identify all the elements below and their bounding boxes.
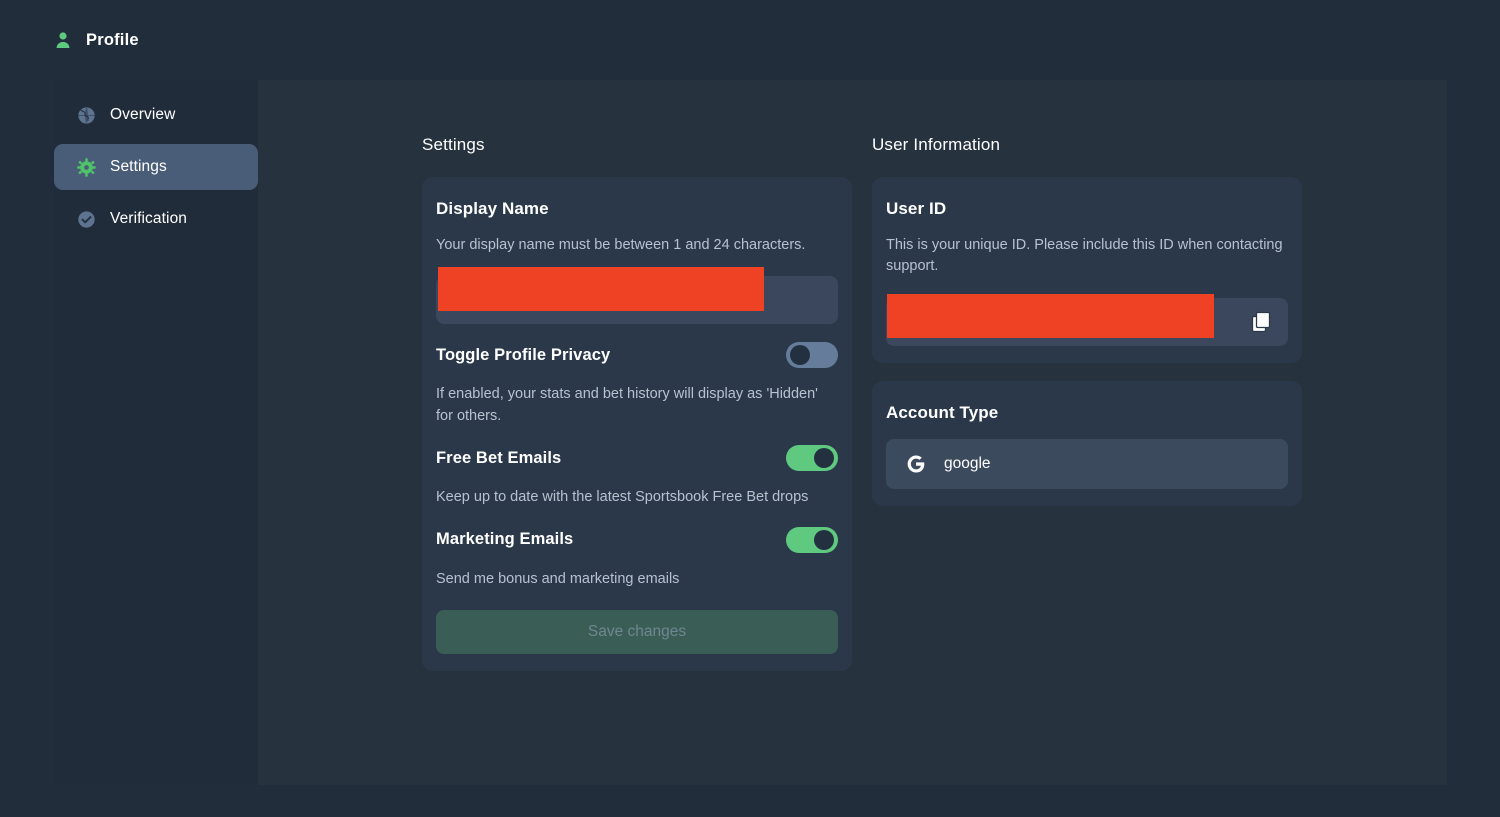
- profile-page: Profile Overview Settings Verification S…: [0, 0, 1500, 817]
- toggle-description: Keep up to date with the latest Sportsbo…: [436, 489, 809, 506]
- sidebar: Overview Settings Verification: [54, 80, 258, 785]
- display-name-description: Your display name must be between 1 and …: [436, 237, 806, 253]
- google-g-icon: [904, 452, 928, 476]
- user-information-section-title: User Information: [872, 135, 1001, 154]
- person-icon: [54, 30, 72, 50]
- account-type-row[interactable]: google: [886, 438, 1288, 489]
- gear-icon: [76, 157, 96, 177]
- sidebar-item-overview[interactable]: Overview: [54, 92, 258, 138]
- toggle-row-marketing-emails: Marketing Emails: [436, 526, 838, 553]
- redaction-overlay: [438, 267, 764, 312]
- user-id-title: User ID: [886, 199, 947, 218]
- display-name-card: Display Name Your display name must be b…: [422, 177, 852, 672]
- toggle-label: Marketing Emails: [436, 530, 574, 549]
- copy-icon[interactable]: [1248, 309, 1274, 335]
- switch-knob: [814, 448, 834, 469]
- user-id-description: This is your unique ID. Please include t…: [886, 237, 1283, 275]
- toggle-description: If enabled, your stats and bet history w…: [436, 386, 818, 424]
- switch-knob: [790, 345, 810, 366]
- check-circle-icon: [76, 209, 96, 229]
- sidebar-item-label: Verification: [110, 210, 188, 227]
- profile-privacy-switch[interactable]: [786, 342, 838, 369]
- display-name-title: Display Name: [436, 199, 549, 218]
- toggle-row-free-bet-emails: Free Bet Emails: [436, 445, 838, 472]
- account-type-title: Account Type: [886, 402, 999, 422]
- sidebar-item-label: Overview: [110, 106, 176, 123]
- user-information-column: User Information User ID This is your un…: [872, 135, 1302, 671]
- account-type-value: google: [944, 454, 991, 472]
- marketing-emails-switch[interactable]: [786, 526, 838, 553]
- toggle-label: Toggle Profile Privacy: [436, 345, 611, 364]
- account-type-card: Account Type google: [872, 380, 1302, 506]
- user-id-card: User ID This is your unique ID. Please i…: [872, 177, 1302, 363]
- toggle-row-profile-privacy: Toggle Profile Privacy: [436, 342, 838, 369]
- sidebar-item-settings[interactable]: Settings: [54, 144, 258, 190]
- content-area: Settings Display Name Your display name …: [258, 80, 1447, 785]
- page-header: Profile: [0, 0, 1500, 80]
- toggle-label: Free Bet Emails: [436, 448, 562, 467]
- settings-section-title: Settings: [422, 135, 485, 154]
- switch-knob: [814, 529, 834, 550]
- save-changes-button[interactable]: Save changes: [436, 610, 838, 655]
- globe-icon: [76, 105, 96, 125]
- sidebar-item-label: Settings: [110, 158, 167, 175]
- free-bet-emails-switch[interactable]: [786, 445, 838, 472]
- sidebar-item-verification[interactable]: Verification: [54, 196, 258, 242]
- user-id-input[interactable]: [886, 293, 1288, 346]
- redaction-overlay: [887, 293, 1214, 338]
- display-name-input[interactable]: [436, 267, 838, 325]
- toggle-description: Send me bonus and marketing emails: [436, 570, 680, 587]
- page-title: Profile: [86, 30, 139, 49]
- settings-column: Settings Display Name Your display name …: [422, 135, 852, 672]
